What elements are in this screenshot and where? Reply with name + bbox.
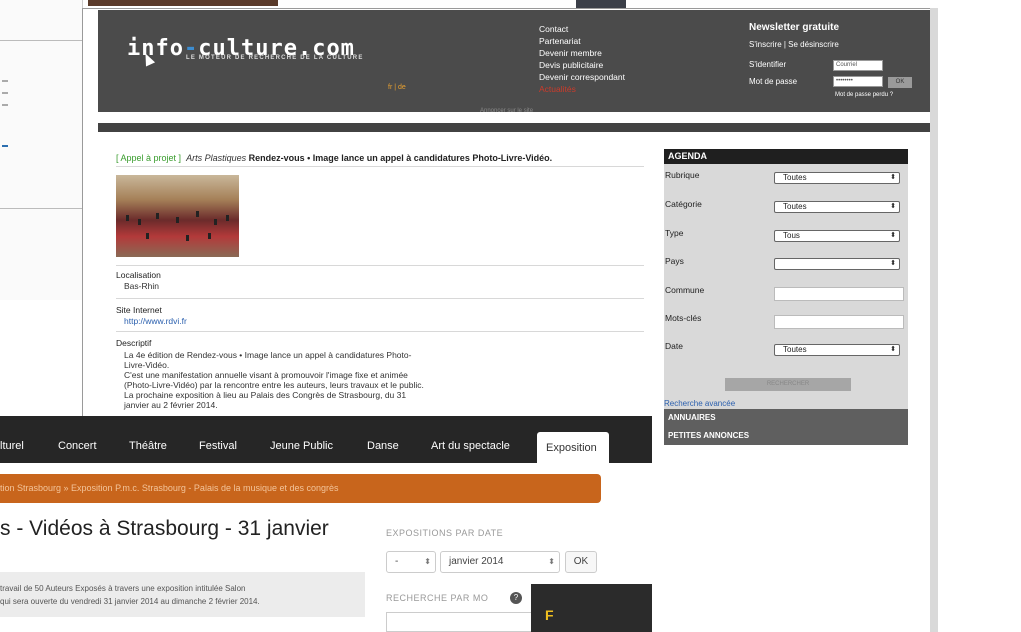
article-title: [ Appel à projet ] Arts Plastiques Rende… xyxy=(116,153,552,163)
select-arrows-icon: ⬍ xyxy=(424,557,431,566)
newsletter-title: Newsletter gratuite xyxy=(749,22,840,33)
email-field[interactable]: Courriel xyxy=(833,60,883,71)
nav-item-art-du-spectacle[interactable]: Art du spectacle xyxy=(431,440,510,452)
pays-select[interactable]: ⬍ xyxy=(774,258,900,270)
nav-item-jeune-public[interactable]: Jeune Public xyxy=(270,440,333,452)
commune-input[interactable] xyxy=(774,287,904,301)
nav-link-devis[interactable]: Devis publicitaire xyxy=(539,59,625,71)
annuaires-link[interactable]: ANNUAIRES xyxy=(668,413,716,422)
right-scroll-strip[interactable] xyxy=(930,8,938,632)
divider xyxy=(116,331,644,332)
website-link[interactable]: http://www.rdvi.fr xyxy=(124,316,187,326)
intro-box: travail de 50 Auteurs Exposés à travers … xyxy=(0,572,365,617)
article-headline: Rendez-vous • Image lance un appel à can… xyxy=(248,153,553,163)
header-subline[interactable]: Annoncer sur le site xyxy=(480,108,533,114)
background-left-window xyxy=(0,0,83,300)
select-arrows-icon: ⬍ xyxy=(890,346,896,353)
nav-item-culturel[interactable]: lturel xyxy=(0,440,24,452)
month-select[interactable]: janvier 2014 ⬍ xyxy=(440,551,560,573)
select-arrows-icon: ⬍ xyxy=(890,203,896,210)
select-arrows-icon: ⬍ xyxy=(890,232,896,239)
petites-annonces-link[interactable]: PETITES ANNONCES xyxy=(668,431,749,440)
expositions-par-date-heading: EXPOSITIONS PAR DATE xyxy=(386,528,504,538)
tab-exposition[interactable]: Exposition xyxy=(537,432,609,463)
login-label: S'identifier xyxy=(749,60,787,69)
agenda-heading: AGENDA xyxy=(664,149,908,164)
annuaires-panel: ANNUAIRES PETITES ANNONCES xyxy=(664,409,908,445)
nav-link-contact[interactable]: Contact xyxy=(539,23,625,35)
newsletter-subscribe-links[interactable]: S'inscrire | Se désinscrire xyxy=(749,40,839,49)
select-arrows-icon: ⬍ xyxy=(890,260,896,267)
article-tag[interactable]: [ Appel à projet ] xyxy=(116,153,181,163)
location-label: Localisation xyxy=(116,270,161,280)
select-arrows-icon: ⬍ xyxy=(890,174,896,181)
article-photo xyxy=(116,175,239,257)
nav-link-partenariat[interactable]: Partenariat xyxy=(539,35,625,47)
type-select[interactable]: Tous ⬍ xyxy=(774,230,900,242)
advanced-search-link[interactable]: Recherche avancée xyxy=(664,399,735,408)
commune-label: Commune xyxy=(665,285,705,295)
categorie-select[interactable]: Toutes ⬍ xyxy=(774,201,900,213)
password-label: Mot de passe xyxy=(749,77,798,86)
nav-link-correspondant[interactable]: Devenir correspondant xyxy=(539,71,625,83)
dark-promo-panel: F xyxy=(531,584,652,632)
nav-item-theatre[interactable]: Théâtre xyxy=(129,440,167,452)
keywords-label: Mots-clés xyxy=(665,313,702,323)
select-arrows-icon: ⬍ xyxy=(548,557,555,566)
location-value: Bas-Rhin xyxy=(124,281,159,291)
nav-item-danse[interactable]: Danse xyxy=(367,440,399,452)
header-divider-bar xyxy=(98,123,930,132)
forgot-password-link[interactable]: Mot de passe perdu ? xyxy=(835,92,893,98)
categorie-label: Catégorie xyxy=(665,199,702,209)
date-label: Date xyxy=(665,341,683,351)
day-select[interactable]: - ⬍ xyxy=(386,551,436,573)
language-switch[interactable]: fr | de xyxy=(388,84,406,91)
website-label: Site Internet xyxy=(116,305,162,315)
rubrique-select[interactable]: Toutes ⬍ xyxy=(774,172,900,184)
pays-label: Pays xyxy=(665,256,684,266)
divider xyxy=(116,265,644,266)
description-text: La 4e édition de Rendez-vous • Image lan… xyxy=(124,350,424,410)
password-field[interactable]: •••••••• xyxy=(833,76,883,87)
nav-link-actualites[interactable]: Actualités xyxy=(539,83,625,95)
site-tagline: LE MOTEUR DE RECHERCHE DE LA CULTURE xyxy=(186,55,364,61)
login-ok-button[interactable]: OK xyxy=(888,77,912,88)
background-photo-strip xyxy=(88,0,278,6)
keywords-input[interactable] xyxy=(774,315,904,329)
nav-item-concert[interactable]: Concert xyxy=(58,440,97,452)
date-ok-button[interactable]: OK xyxy=(565,551,597,573)
keyword-search-input[interactable] xyxy=(386,612,534,632)
description-label: Descriptif xyxy=(116,338,152,348)
rubrique-label: Rubrique xyxy=(665,170,700,180)
nav-item-festival[interactable]: Festival xyxy=(199,440,237,452)
nav-link-devenir-membre[interactable]: Devenir membre xyxy=(539,47,625,59)
divider xyxy=(116,298,644,299)
page-title: s - Vidéos à Strasbourg - 31 janvier xyxy=(0,517,329,540)
help-icon[interactable]: ? xyxy=(510,592,522,604)
type-label: Type xyxy=(665,228,684,238)
divider xyxy=(116,166,644,167)
agenda-search-button[interactable]: RECHERCHER xyxy=(725,378,851,391)
header-nav: Contact Partenariat Devenir membre Devis… xyxy=(539,23,625,95)
article-category: Arts Plastiques xyxy=(186,153,247,163)
recherche-par-mot-heading: RECHERCHE PAR MO xyxy=(386,593,489,603)
background-dark-strip xyxy=(576,0,626,8)
date-select[interactable]: Toutes ⬍ xyxy=(774,344,900,356)
breadcrumb: tion Strasbourg » Exposition P.m.c. Stra… xyxy=(0,474,601,503)
